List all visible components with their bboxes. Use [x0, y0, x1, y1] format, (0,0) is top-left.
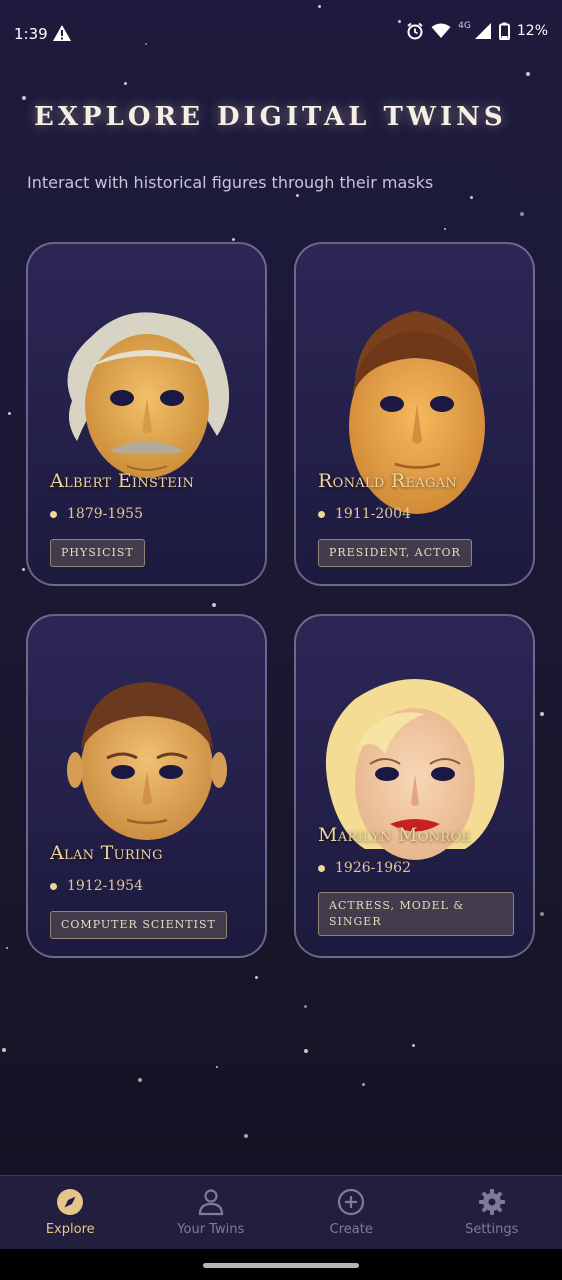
nav-create[interactable]: Create: [281, 1176, 422, 1249]
page-subtitle: Interact with historical figures through…: [27, 173, 434, 192]
nav-label: Create: [329, 1222, 373, 1237]
nav-explore[interactable]: Explore: [0, 1176, 141, 1249]
gear-icon: [478, 1189, 505, 1215]
twin-name: Alan Turing: [50, 842, 163, 864]
signal-icon: [474, 23, 491, 39]
bullet-dot: [50, 882, 57, 890]
twin-name: Albert Einstein: [50, 470, 195, 492]
wifi-icon: [431, 23, 451, 38]
twin-tag: COMPUTER SCIENTIST: [50, 911, 227, 939]
person-icon: [198, 1189, 223, 1216]
twin-dates: 1926-1962: [318, 860, 411, 876]
twin-name: Ronald Reagan: [318, 470, 458, 492]
nav-your-twins[interactable]: Your Twins: [141, 1176, 282, 1249]
twin-dates: 1911-2004: [318, 506, 411, 522]
twin-tag: PRESIDENT, ACTOR: [318, 539, 472, 567]
twin-dates: 1912-1954: [50, 878, 143, 894]
twin-tag: PHYSICIST: [50, 539, 145, 567]
warning-icon: [53, 25, 71, 41]
status-bar: 1:39 4G 12%: [0, 0, 562, 70]
nav-label: Your Twins: [177, 1222, 245, 1237]
nav-label: Explore: [45, 1222, 95, 1237]
network-type: 4G: [458, 21, 471, 31]
bottom-nav: Explore Your Twins Create Settings: [0, 1175, 562, 1249]
twin-tag: ACTRESS, MODEL & SINGER: [318, 892, 514, 936]
bullet-dot: [318, 864, 325, 872]
alarm-icon: [407, 22, 423, 40]
twin-dates: 1879-1955: [50, 506, 143, 522]
bullet-dot: [318, 510, 325, 518]
nav-label: Settings: [465, 1222, 519, 1237]
battery-level: 12%: [516, 23, 548, 39]
twin-card-turing[interactable]: Alan Turing 1912-1954 COMPUTER SCIENTIST: [26, 614, 267, 958]
gesture-handle[interactable]: [203, 1263, 359, 1268]
page-title: EXPLORE DIGITAL TWINS: [34, 102, 507, 132]
compass-icon: [57, 1189, 84, 1215]
bullet-dot: [50, 510, 57, 518]
turing-mask-image: [66, 682, 227, 840]
twin-name: Marilyn Monroe: [318, 824, 472, 846]
battery-icon: [498, 22, 510, 40]
nav-settings[interactable]: Settings: [422, 1176, 562, 1249]
twin-card-einstein[interactable]: Albert Einstein 1879-1955 PHYSICIST: [26, 242, 267, 586]
twin-card-reagan[interactable]: Ronald Reagan 1911-2004 PRESIDENT, ACTOR: [294, 242, 535, 586]
twin-card-monroe[interactable]: Marilyn Monroe 1926-1962 ACTRESS, MODEL …: [294, 614, 535, 958]
status-time: 1:39: [14, 25, 48, 43]
plus-circle-icon: [338, 1188, 365, 1216]
einstein-mask-image: [67, 312, 229, 478]
